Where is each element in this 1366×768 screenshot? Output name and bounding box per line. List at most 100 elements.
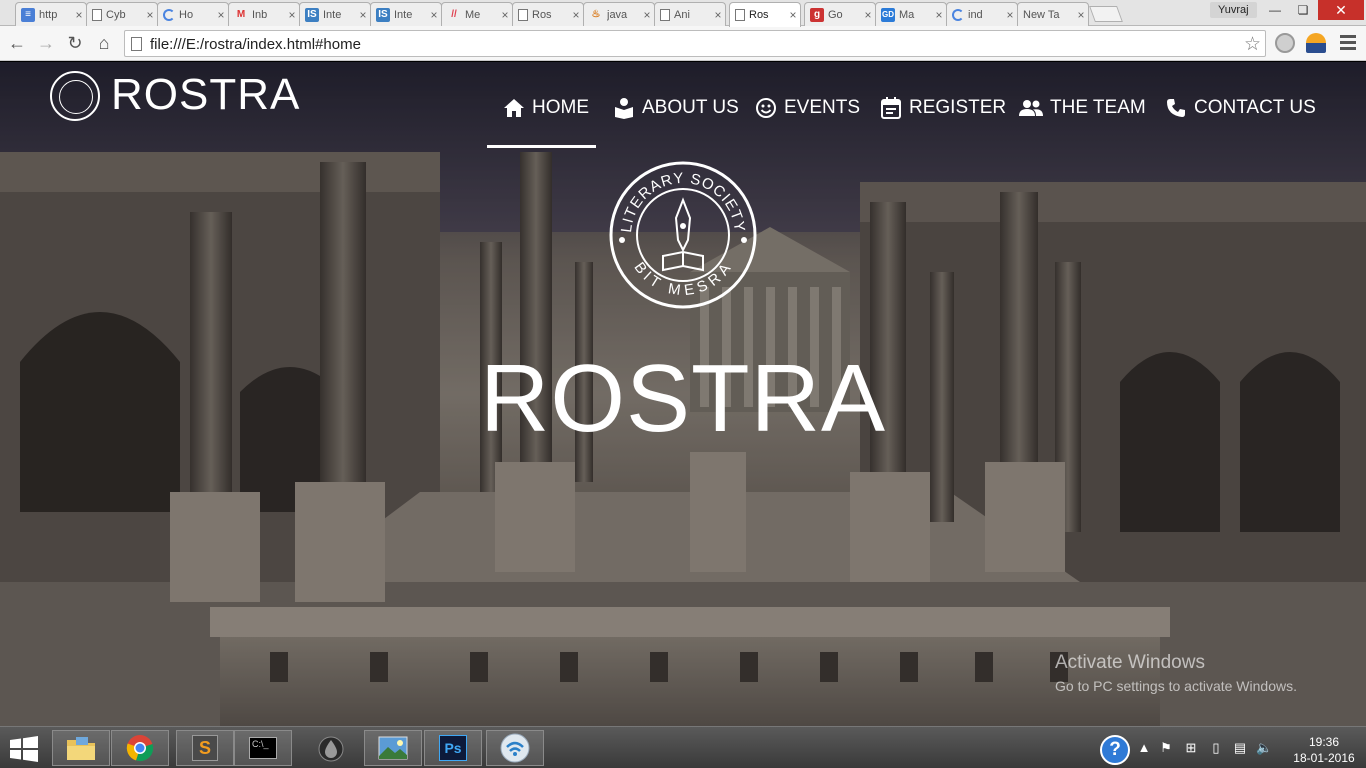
nav-register[interactable]: REGISTER xyxy=(880,92,1006,124)
watermark-heading: Activate Windows xyxy=(1055,652,1205,673)
tab-title: Inte xyxy=(394,8,413,21)
java-icon: ♨ xyxy=(591,9,601,20)
browser-tab[interactable]: ≡ http × xyxy=(15,2,87,26)
page-icon xyxy=(660,8,670,21)
photo-viewer-icon[interactable] xyxy=(364,730,422,766)
browser-tab[interactable]: // Me × xyxy=(441,2,513,26)
forward-icon[interactable]: → xyxy=(35,32,57,54)
show-hidden-icons-icon[interactable]: ▲ xyxy=(1136,741,1152,755)
nav-label: REGISTER xyxy=(909,97,1007,118)
loading-icon xyxy=(163,8,175,21)
nav-label: EVENTS xyxy=(784,97,861,118)
clock-time[interactable]: 19:36 xyxy=(1294,735,1354,749)
browser-tab[interactable]: ind × xyxy=(946,2,1018,26)
browser-tab-active[interactable]: Ros × xyxy=(729,2,801,27)
browser-tab[interactable]: IS Inte × xyxy=(299,2,371,26)
close-tab-icon[interactable]: × xyxy=(861,8,875,22)
back-icon[interactable]: ← xyxy=(6,32,28,54)
site-brand[interactable]: ROSTRA xyxy=(111,70,300,120)
tab-title: Me xyxy=(465,8,481,21)
close-tab-icon[interactable]: × xyxy=(1074,8,1088,22)
help-icon[interactable]: ? xyxy=(1100,735,1130,765)
close-tab-icon[interactable]: × xyxy=(569,8,583,22)
nav-label: THE TEAM xyxy=(1050,97,1146,118)
volume-icon[interactable]: 🔈 xyxy=(1256,741,1272,755)
close-tab-icon[interactable]: × xyxy=(932,8,946,22)
extension-icon[interactable] xyxy=(1306,33,1326,53)
close-tab-icon[interactable]: × xyxy=(711,8,725,22)
close-tab-icon[interactable]: × xyxy=(498,8,512,22)
browser-tab[interactable]: g Go × xyxy=(804,2,876,26)
people-icon xyxy=(1019,97,1043,119)
minimize-button[interactable]: — xyxy=(1262,0,1288,20)
browser-tab[interactable]: Ros × xyxy=(512,2,584,26)
is-icon: IS xyxy=(305,7,319,22)
profile-name[interactable]: Yuvraj xyxy=(1210,2,1257,18)
browser-tab[interactable]: IS Inte × xyxy=(370,2,442,26)
network-tray-icon[interactable]: ▤ xyxy=(1232,741,1248,755)
tab-title: http xyxy=(39,8,58,21)
smiley-icon xyxy=(755,97,777,119)
page-icon xyxy=(92,8,102,21)
close-window-button[interactable]: ✕ xyxy=(1318,0,1364,20)
page-icon xyxy=(518,8,528,21)
command-prompt-icon[interactable]: C:\_ xyxy=(234,730,292,766)
action-center-flag-icon[interactable]: ⚑ xyxy=(1158,741,1174,755)
close-tab-icon[interactable]: × xyxy=(72,8,86,22)
browser-tab[interactable]: M Inb × xyxy=(228,2,300,26)
address-bar[interactable]: file:///E:/rostra/index.html#home ☆ xyxy=(124,30,1266,57)
browser-tab-strip: ≡ http × Cyb × Ho × M Inb × IS Inte × IS Inte × //… xyxy=(0,0,1366,27)
tab-title: Ho xyxy=(179,8,194,21)
close-tab-icon[interactable]: × xyxy=(640,8,654,22)
chrome-menu-icon[interactable] xyxy=(1340,35,1356,53)
tab-title: Ani xyxy=(674,8,690,21)
society-logo[interactable] xyxy=(50,71,100,121)
windows-start-icon[interactable] xyxy=(8,735,40,763)
new-tab-button[interactable] xyxy=(1089,6,1123,22)
browser-tab[interactable]: Ani × xyxy=(654,2,726,26)
windows-tray-icon[interactable]: ⊞ xyxy=(1183,741,1199,755)
network-app-icon[interactable] xyxy=(486,730,544,766)
tab-title: Go xyxy=(828,8,843,21)
app-drop-icon[interactable] xyxy=(302,730,360,766)
close-tab-icon[interactable]: × xyxy=(427,8,441,22)
tab-title: Ros xyxy=(749,9,769,21)
tab-title: java xyxy=(607,8,628,21)
browser-tab[interactable]: Ho × xyxy=(157,2,229,26)
browser-tab[interactable]: Cyb × xyxy=(86,2,158,26)
nav-about-us[interactable]: ABOUT US xyxy=(613,92,739,124)
nav-events[interactable]: EVENTS xyxy=(755,92,860,124)
home-browser-icon[interactable]: ⌂ xyxy=(93,32,115,54)
maximize-button[interactable]: ❏ xyxy=(1290,0,1316,20)
browser-tab[interactable]: New Ta × xyxy=(1017,2,1089,26)
sublime-text-icon[interactable]: S xyxy=(176,730,234,766)
browser-tab[interactable]: GD Ma × xyxy=(875,2,947,26)
activate-windows-watermark: Activate Windows Go to PC settings to ac… xyxy=(1055,652,1297,694)
docs-icon: ≡ xyxy=(21,7,35,22)
tab-title: Inte xyxy=(323,8,342,21)
page-icon xyxy=(131,37,142,51)
close-tab-icon[interactable]: × xyxy=(1003,8,1017,22)
photoshop-icon[interactable]: Ps xyxy=(424,730,482,766)
page-viewport: ROSTRA HOME ABOUT US EVENTS REGISTER THE… xyxy=(0,62,1366,726)
calendar-icon xyxy=(880,97,902,119)
close-tab-icon[interactable]: × xyxy=(143,8,157,22)
nav-contact-us[interactable]: CONTACT US xyxy=(1165,92,1316,124)
file-explorer-icon[interactable] xyxy=(52,730,110,766)
device-tray-icon[interactable]: ▯ xyxy=(1208,741,1224,755)
browser-tab[interactable]: ♨ java × xyxy=(583,2,655,26)
nav-home[interactable]: HOME xyxy=(503,92,589,124)
nav-the-team[interactable]: THE TEAM xyxy=(1019,92,1146,124)
close-tab-icon[interactable]: × xyxy=(356,8,370,22)
loading-icon xyxy=(952,8,964,21)
close-tab-icon[interactable]: × xyxy=(786,8,800,22)
close-tab-icon[interactable]: × xyxy=(285,8,299,22)
bookmark-star-icon[interactable]: ☆ xyxy=(1244,33,1261,56)
chrome-icon[interactable] xyxy=(111,730,169,766)
reload-icon[interactable]: ↻ xyxy=(64,32,86,54)
close-tab-icon[interactable]: × xyxy=(214,8,228,22)
nav-label: ABOUT US xyxy=(642,97,739,118)
extension-icon[interactable] xyxy=(1275,33,1295,53)
url-text[interactable]: file:///E:/rostra/index.html#home xyxy=(150,36,361,53)
clock-date[interactable]: 18-01-2016 xyxy=(1288,751,1360,765)
